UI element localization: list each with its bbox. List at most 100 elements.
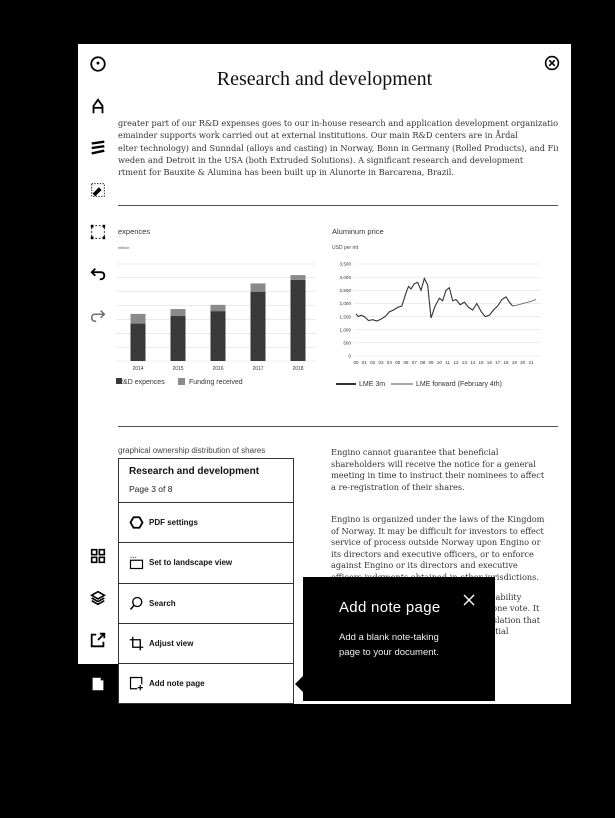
y-tick-label: 500 [343, 341, 351, 346]
pen-icon [92, 98, 104, 114]
section-heading: graphical ownership distribution of shar… [118, 446, 266, 455]
document-title: Research and development [129, 466, 260, 477]
x-tick-label: 15 [478, 360, 484, 365]
menu-item-label: PDF settings [149, 518, 198, 528]
x-tick-label: 06 [403, 360, 409, 365]
menu-item-label: Search [149, 598, 176, 608]
landscape-icon [129, 557, 144, 570]
lasso-select-button[interactable] [78, 212, 118, 252]
intro-paragraph: greater part of our R&D expenses goes to… [118, 117, 558, 178]
text-line: l liability [485, 591, 522, 602]
bar-chart-subtitle: million [118, 245, 129, 250]
y-tick-label: 1,500 [340, 314, 352, 319]
bar-funding [130, 313, 146, 324]
x-tick-label: 2014 [132, 366, 143, 372]
bar-rd [250, 291, 266, 361]
menu-item-landscape[interactable]: Set to landscape view [119, 543, 293, 584]
menu-item-add-note-page[interactable]: Add note page [119, 664, 293, 704]
legend-swatch-funding [178, 378, 185, 385]
x-tick-label: 20 [520, 360, 526, 365]
intro-line: emainder supports work carried out at ex… [118, 130, 518, 141]
export-icon [90, 632, 106, 648]
x-tick-label: 2016 [212, 366, 223, 372]
tooltip-arrow [295, 676, 303, 692]
divider [118, 426, 558, 427]
add-note-icon [129, 677, 143, 691]
layers-button[interactable] [78, 578, 118, 618]
redo-icon [90, 310, 106, 323]
x-tick-label: 08 [420, 360, 426, 365]
bar-rd [170, 315, 186, 361]
legend-label-rd: R&D expences [118, 379, 165, 386]
export-button[interactable] [78, 620, 118, 660]
redo-button[interactable] [78, 296, 118, 336]
menu-header: Research and development Page 3 of 8 [119, 459, 293, 503]
x-tick-label: 05 [395, 360, 401, 365]
tooltip: Add note page Add a blank note-taking pa… [303, 577, 495, 701]
intro-line: weden and Detroit in the USA (both Extru… [118, 154, 524, 165]
thumbnails-button[interactable] [78, 536, 118, 576]
bar-rd [130, 323, 146, 361]
undo-icon [90, 267, 106, 281]
series-line-forward [512, 299, 537, 307]
x-tick-label: 19 [512, 360, 518, 365]
x-tick-label: 01 [362, 360, 368, 365]
y-tick-label: 3,000 [340, 275, 352, 280]
x-tick-label: 16 [487, 360, 493, 365]
bar-funding [250, 283, 266, 292]
x-tick-label: 07 [412, 360, 418, 365]
line-chart-title: Aluminum price [332, 227, 384, 236]
note-page-button[interactable] [78, 664, 118, 704]
pen-button[interactable] [78, 86, 118, 126]
text-line: y one vote. It [485, 603, 540, 613]
close-tooltip-icon[interactable] [463, 594, 475, 606]
x-tick-label: 18 [503, 360, 509, 365]
y-tick-label: 3,500 [340, 262, 352, 267]
note-page-icon [92, 677, 104, 691]
close-icon[interactable] [544, 55, 560, 71]
eraser-button[interactable] [78, 170, 118, 210]
bar-funding [290, 275, 306, 280]
menu-item-pdf-settings[interactable]: PDF settings [119, 503, 293, 544]
bar-rd [210, 311, 226, 361]
y-tick-label: 2,000 [340, 301, 352, 306]
thumbnails-icon [90, 548, 106, 564]
undo-button[interactable] [78, 254, 118, 294]
tool-sidebar [78, 44, 118, 704]
gear-icon [129, 516, 144, 529]
x-tick-label: 00 [353, 360, 359, 365]
text-line: ential [485, 626, 509, 636]
layers-icon [90, 590, 106, 606]
page-info: Page 3 of 8 [129, 484, 173, 494]
menu-item-label: Set to landscape view [149, 558, 233, 568]
intro-line: greater part of our R&D expenses goes to… [118, 118, 558, 128]
x-tick-label: 21 [528, 360, 534, 365]
highlighter-button[interactable] [78, 128, 118, 168]
x-tick-label: 03 [378, 360, 384, 365]
x-tick-label: 2018 [292, 366, 303, 372]
text-line: er [485, 580, 570, 592]
intro-line: elter technology) and Sunndal (alloys an… [118, 142, 558, 153]
menu-item-label: Adjust view [149, 639, 194, 649]
menu-item-label: Add note page [149, 679, 205, 689]
x-tick-label: 14 [470, 360, 476, 365]
x-tick-label: 17 [495, 360, 501, 365]
series-line-lme3m [355, 276, 514, 322]
options-menu: Research and development Page 3 of 8 PDF… [118, 458, 294, 704]
paragraph: Engino cannot guarantee that beneficial … [331, 447, 545, 492]
bar-chart-title: expences [118, 227, 150, 236]
text-line: gislation that [485, 614, 541, 625]
x-tick-label: 11 [445, 360, 450, 365]
intro-line: rtment for Bauxite & Alumina has been bu… [118, 167, 454, 178]
bar-funding [170, 309, 186, 316]
menu-item-adjust-view[interactable]: Adjust view [119, 624, 293, 665]
x-tick-label: 02 [370, 360, 376, 365]
divider [118, 205, 558, 206]
menu-item-search[interactable]: Search [119, 584, 293, 624]
page-title: Research and development [216, 68, 433, 90]
charts-area: expences million 2014 2015 2016 2017 2018 R&… [116, 227, 541, 388]
y-tick-label: 1,000 [340, 327, 352, 332]
x-tick-label: 13 [462, 360, 468, 365]
paragraph: Engino is organized under the laws of th… [331, 514, 545, 582]
paragraph-fragment: er l liability y one vote. It gislation … [485, 580, 570, 638]
